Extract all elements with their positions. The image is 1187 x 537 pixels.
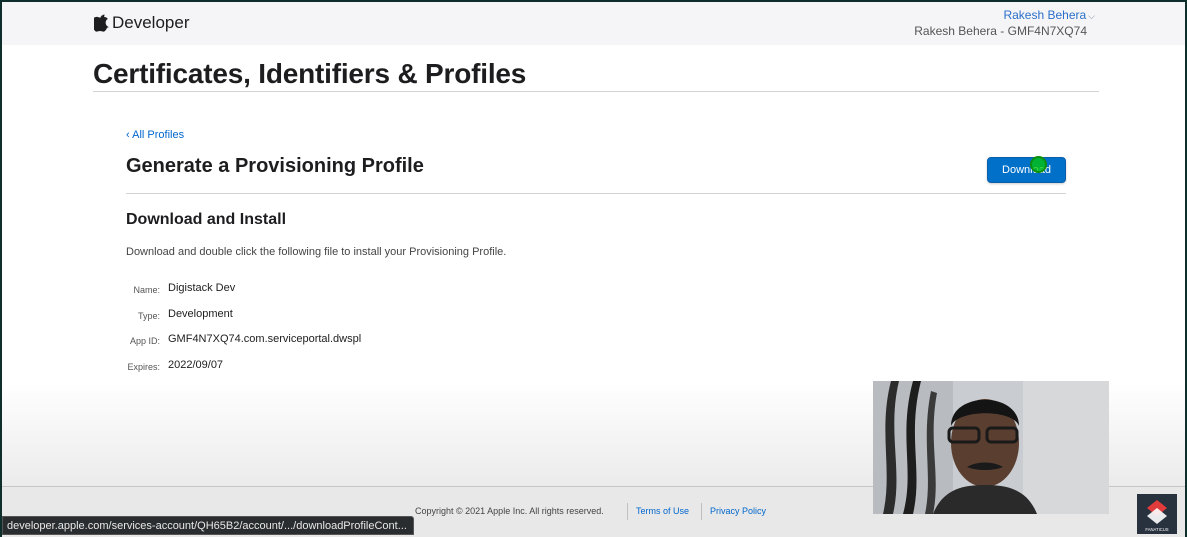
detail-value: Development <box>168 308 233 320</box>
account-name: Rakesh Behera <box>1003 8 1087 22</box>
developer-brand[interactable]: Developer <box>94 13 190 33</box>
download-button[interactable]: Download <box>987 157 1066 183</box>
copyright-text: Copyright © 2021 Apple Inc. All rights r… <box>415 506 604 516</box>
detail-label: Type: <box>137 311 160 321</box>
divider <box>126 193 1066 194</box>
detail-label: Name: <box>133 285 160 295</box>
back-link-label: All Profiles <box>132 129 185 141</box>
webcam-overlay <box>873 381 1109 514</box>
fanaticus-logo: FANATICUS <box>1137 494 1177 534</box>
brand-label: Developer <box>112 13 190 32</box>
footer-separator <box>701 503 702 520</box>
instructions-text: Download and double click the following … <box>126 246 507 258</box>
page-title: Certificates, Identifiers & Profiles <box>93 58 527 89</box>
privacy-policy-link[interactable]: Privacy Policy <box>710 506 766 516</box>
global-header: Developer Rakesh Behera ⌵ Rakesh Behera -… <box>2 2 1185 45</box>
detail-value: GMF4N7XQ74.com.serviceportal.dwspl <box>168 333 362 345</box>
detail-label: Expires: <box>127 362 160 372</box>
chevron-down-icon: ⌵ <box>1088 11 1095 21</box>
download-install-heading: Download and Install <box>126 211 287 228</box>
footer-separator <box>627 503 628 520</box>
webcam-video-icon <box>873 381 1109 514</box>
detail-value: Digistack Dev <box>168 282 236 294</box>
section-title: Generate a Provisioning Profile <box>126 155 424 177</box>
detail-label: App ID: <box>129 336 160 346</box>
account-menu[interactable]: Rakesh Behera ⌵ <box>1003 8 1095 22</box>
status-bar-url: developer.apple.com/services-account/QH6… <box>2 516 414 535</box>
account-team: Rakesh Behera - GMF4N7XQ74 <box>914 24 1087 38</box>
logo-text: FANATICUS <box>1145 527 1168 532</box>
all-profiles-link[interactable]: ‹ All Profiles <box>126 129 184 141</box>
terms-of-use-link[interactable]: Terms of Use <box>636 506 689 516</box>
divider <box>93 91 1099 92</box>
detail-value: 2022/09/07 <box>168 359 224 371</box>
fanaticus-logo-icon: FANATICUS <box>1137 494 1177 534</box>
cursor-highlight <box>1030 156 1047 173</box>
apple-logo-icon <box>94 14 109 32</box>
